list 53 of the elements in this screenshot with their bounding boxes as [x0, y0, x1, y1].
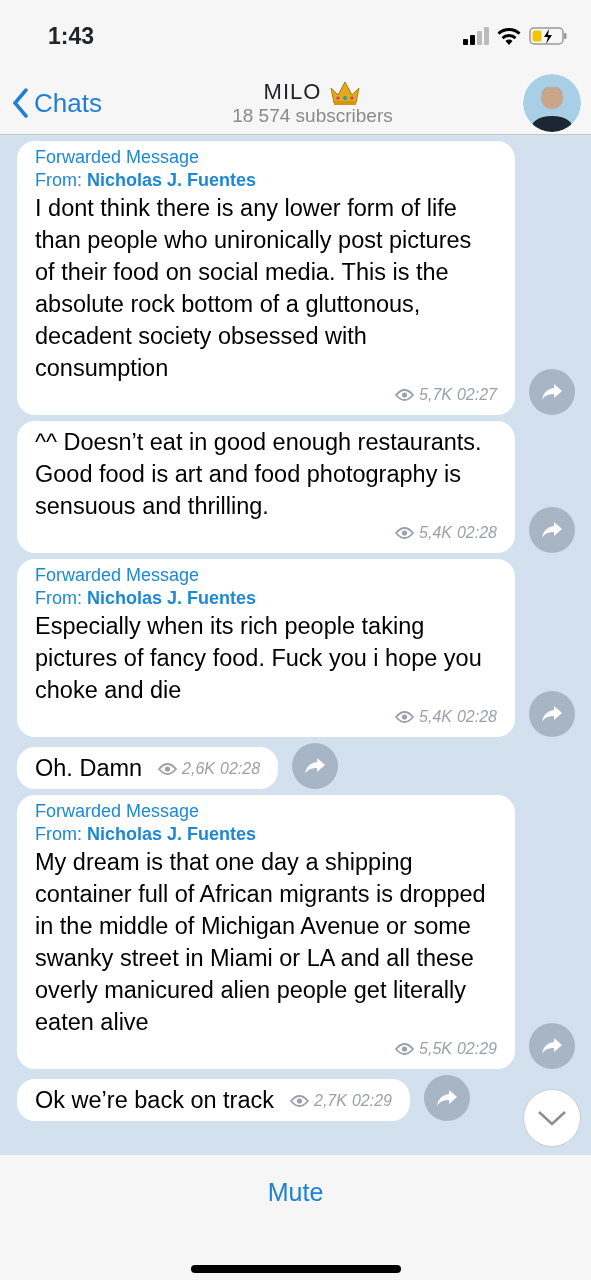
message-time: 02:28 [456, 523, 497, 543]
message-text: I dont think there is any lower form of life than people who unironically post pictures of their food on social media. This is the absolute rock bottom of a gluttonous, decadent society obsessed with consumption [35, 194, 473, 383]
wifi-icon [497, 27, 521, 45]
forwarded-from: From: Nicholas J. Fuentes [35, 169, 258, 192]
share-button[interactable] [529, 369, 575, 415]
forwarded-label: Forwarded Message [35, 564, 201, 587]
share-icon [541, 705, 563, 723]
message-time: 02:29 [351, 1091, 392, 1111]
chevron-down-icon [537, 1110, 567, 1126]
view-count: 5,4K [419, 707, 452, 727]
message-time: 02:27 [456, 385, 497, 405]
views-icon [158, 763, 178, 775]
message-text: Ok we’re back on track [35, 1086, 274, 1115]
share-icon [436, 1089, 458, 1107]
share-button[interactable] [529, 507, 575, 553]
message-time: 02:28 [456, 707, 497, 727]
views-icon [395, 1043, 415, 1055]
chevron-left-icon [12, 88, 28, 118]
battery-icon [529, 27, 567, 45]
view-count: 5,4K [419, 523, 452, 543]
share-button[interactable] [529, 691, 575, 737]
forwarded-label: Forwarded Message [35, 800, 201, 823]
share-icon [541, 521, 563, 539]
views-icon [290, 1095, 309, 1107]
view-count: 2,7K [314, 1091, 347, 1111]
view-count: 5,5K [419, 1039, 452, 1059]
message-text: My dream is that one day a shipping container full of African migrants is dropped in the middle of Michigan Avenue or some swanky street in Miami or LA and all these overly manicured alien people get literally eaten alive [35, 848, 487, 1037]
channel-title: MILO [263, 80, 322, 105]
back-button[interactable]: Chats [12, 83, 102, 123]
message-text: ^^ Doesn’t eat in good enough restaurants. Good food is art and food photography is sensuous and thrilling. [35, 428, 483, 521]
signal-icon [463, 27, 489, 45]
subscriber-count: 18 574 subscribers [232, 105, 393, 127]
share-button[interactable] [529, 1023, 575, 1069]
mute-button[interactable]: Mute [261, 1173, 330, 1213]
share-button[interactable] [424, 1075, 470, 1121]
view-count: 5,7K [419, 385, 452, 405]
share-icon [541, 383, 563, 401]
status-time: 1:43 [48, 21, 95, 51]
views-icon [395, 527, 415, 539]
message-text: Oh. Damn [35, 754, 143, 783]
message-time: 02:29 [456, 1039, 497, 1059]
message-text: Especially when its rich people taking pictures of fancy food. Fuck you i hope you choke and die [35, 612, 483, 705]
share-icon [541, 1037, 563, 1055]
views-icon [395, 389, 415, 401]
share-button[interactable] [292, 743, 339, 789]
forwarded-label: Forwarded Message [35, 146, 201, 169]
forwarded-from: From: Nicholas J. Fuentes [35, 823, 258, 846]
views-icon [395, 711, 415, 723]
share-icon [304, 757, 327, 775]
crown-icon [329, 79, 362, 106]
message-time: 02:28 [220, 759, 261, 779]
view-count: 2,6K [182, 759, 215, 779]
forwarded-from: From: Nicholas J. Fuentes [35, 587, 258, 610]
